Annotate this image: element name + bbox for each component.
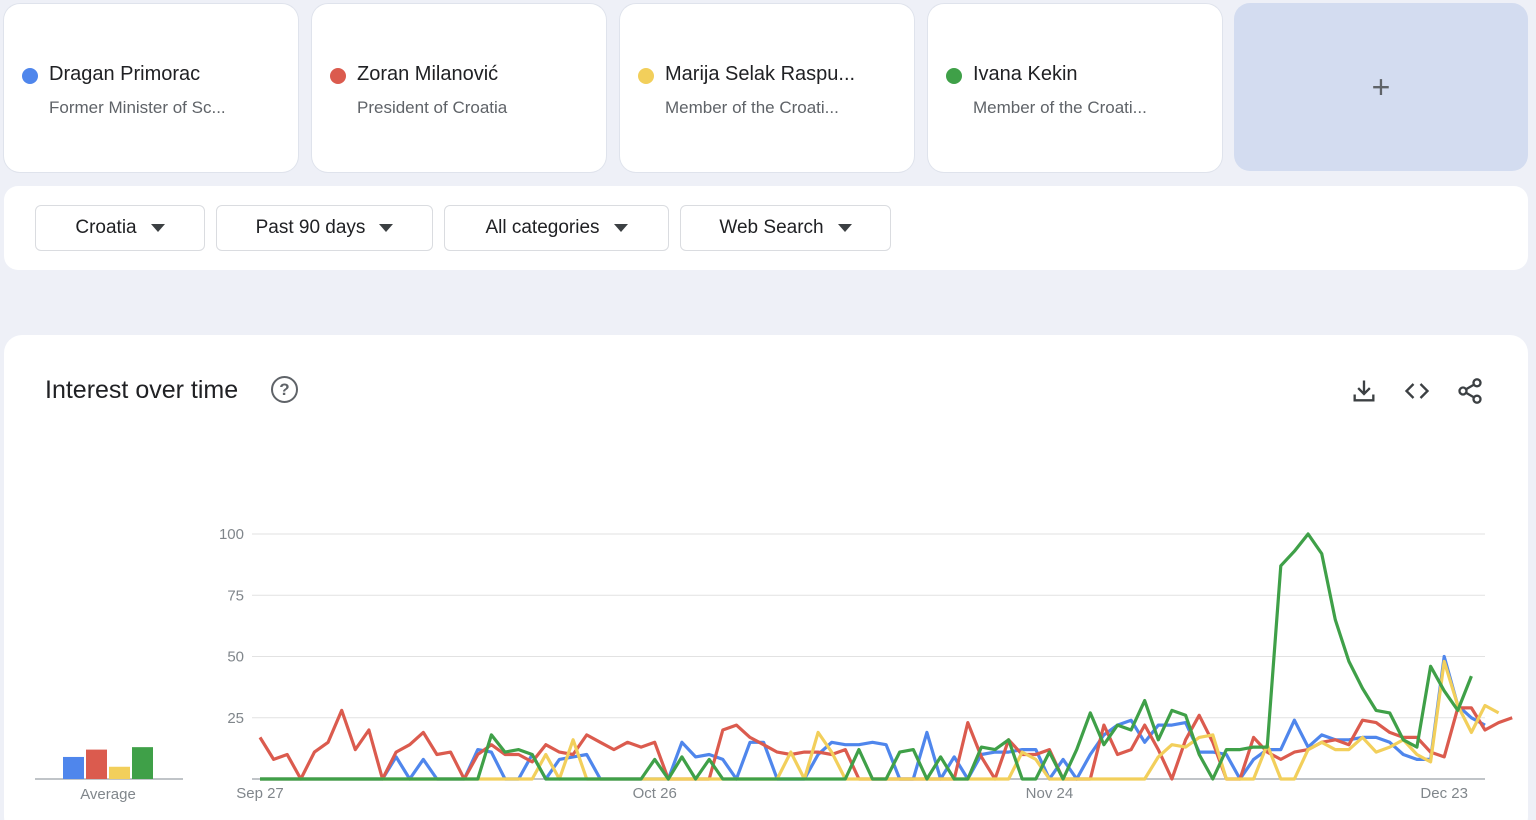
term-name: Marija Selak Raspu... — [665, 63, 856, 85]
x-tick-label: Dec 23 — [1420, 785, 1468, 802]
term-card-2[interactable]: Zoran Milanović President of Croatia — [312, 4, 606, 172]
y-tick-label: 25 — [227, 710, 244, 727]
term-card-4[interactable]: Ivana Kekin Member of the Croati... — [928, 4, 1222, 172]
y-tick-label: 100 — [219, 526, 244, 543]
time-range-label: Past 90 days — [255, 217, 366, 238]
term-description: Member of the Croati... — [973, 98, 1147, 117]
category-label: All categories — [485, 217, 600, 238]
region-dropdown[interactable]: Croatia — [35, 205, 205, 251]
term-name: Ivana Kekin — [973, 63, 1078, 85]
term-description: Member of the Croati... — [665, 98, 839, 117]
average-bar-1 — [63, 756, 84, 779]
term-card-3[interactable]: Marija Selak Raspu... Member of the Croa… — [620, 4, 914, 172]
region-label: Croatia — [75, 217, 137, 238]
series-color-dot — [946, 68, 962, 84]
caret-down-icon — [613, 224, 628, 232]
term-name: Dragan Primorac — [49, 63, 201, 85]
caret-down-icon — [837, 224, 852, 232]
average-label: Average — [80, 786, 136, 803]
caret-down-icon — [150, 224, 165, 232]
y-tick-label: 75 — [227, 587, 244, 604]
series-line-3 — [260, 659, 1500, 781]
average-bar-3 — [109, 766, 130, 779]
term-description: President of Croatia — [357, 98, 508, 117]
time-range-dropdown[interactable]: Past 90 days — [216, 205, 433, 251]
filter-bar: Croatia Past 90 days All categories Web … — [4, 186, 1528, 270]
term-description: Former Minister of Sc... — [49, 98, 226, 117]
interest-line-chart: 100 75 50 25 Sep 27 Oct 26 Nov 24 Dec 23 Average — [35, 526, 1513, 803]
term-name: Zoran Milanović — [357, 63, 499, 85]
search-type-label: Web Search — [719, 217, 824, 238]
x-tick-label: Nov 24 — [1026, 785, 1074, 802]
category-dropdown[interactable]: All categories — [444, 205, 669, 251]
interest-over-time-card: Interest over time ? 100 75 50 25 Sep 27 Oct … — [4, 335, 1528, 820]
series-color-dot — [330, 68, 346, 84]
series-color-dot — [22, 68, 38, 84]
average-bar-2 — [86, 749, 107, 779]
search-terms-row: Dragan Primorac Former Minister of Sc...… — [4, 4, 1222, 172]
series-color-dot — [638, 68, 654, 84]
x-tick-label: Oct 26 — [633, 785, 677, 802]
average-bar-4 — [132, 747, 153, 779]
caret-down-icon — [379, 224, 394, 232]
add-comparison-button[interactable]: + — [1234, 3, 1528, 171]
term-card-1[interactable]: Dragan Primorac Former Minister of Sc... — [4, 4, 298, 172]
y-tick-label: 50 — [227, 649, 244, 666]
search-type-dropdown[interactable]: Web Search — [680, 205, 891, 251]
plus-icon: + — [1371, 68, 1391, 105]
x-tick-label: Sep 27 — [236, 785, 284, 802]
